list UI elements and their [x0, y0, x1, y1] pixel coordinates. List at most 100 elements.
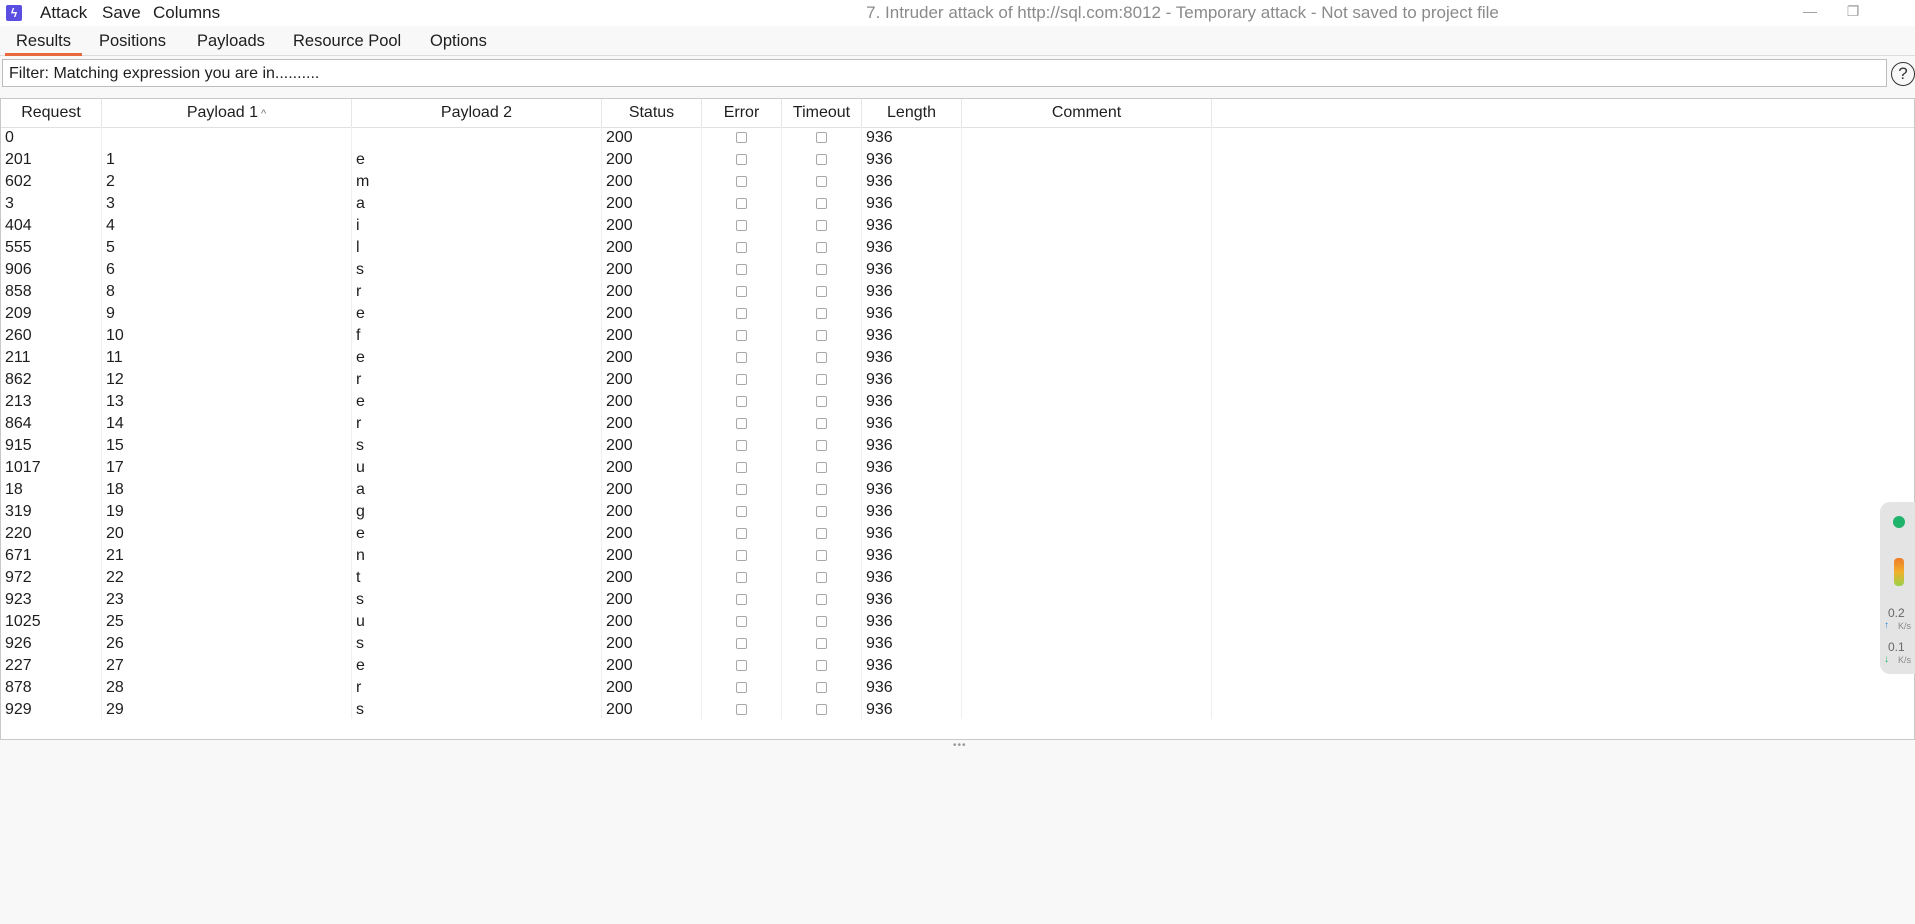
- cell-length: 936: [866, 547, 893, 564]
- cell-length: 936: [866, 459, 893, 476]
- cell-status: 200: [606, 613, 633, 630]
- menu-columns[interactable]: Columns: [153, 3, 220, 23]
- download-arrow-icon: ↓: [1884, 654, 1889, 665]
- timeout-checkbox: [816, 418, 827, 429]
- cell-payload-1: 2: [106, 173, 115, 190]
- filter-bar[interactable]: Filter: Matching expression you are in..…: [2, 59, 1887, 87]
- cell-request: 260: [5, 327, 32, 344]
- cell-payload-1: 19: [106, 503, 124, 520]
- table-row[interactable]: 923 23 s 200 936: [1, 589, 1211, 611]
- tab-payloads[interactable]: Payloads: [197, 30, 265, 53]
- table-row[interactable]: 201 1 e 200 936: [1, 149, 1211, 171]
- cell-payload-2: e: [356, 657, 365, 674]
- table-row[interactable]: 3 3 a 200 936: [1, 193, 1211, 215]
- cell-length: 936: [866, 371, 893, 388]
- tab-options[interactable]: Options: [430, 30, 487, 53]
- table-row[interactable]: 220 20 e 200 936: [1, 523, 1211, 545]
- tab-positions[interactable]: Positions: [99, 30, 166, 53]
- tab-resource-pool[interactable]: Resource Pool: [293, 30, 401, 53]
- cell-payload-2: s: [356, 591, 364, 608]
- table-row[interactable]: 211 11 e 200 936: [1, 347, 1211, 369]
- error-checkbox: [736, 176, 747, 187]
- error-checkbox: [736, 704, 747, 715]
- error-checkbox: [736, 682, 747, 693]
- cell-status: 200: [606, 327, 633, 344]
- column-header-status[interactable]: Status: [602, 99, 702, 127]
- column-header-label: Payload 1: [186, 104, 258, 121]
- cell-length: 936: [866, 129, 893, 146]
- cell-length: 936: [866, 349, 893, 366]
- network-speed-widget[interactable]: 0.2 ↑ K/s 0.1 ↓ K/s: [1880, 502, 1915, 674]
- cell-request: 602: [5, 173, 32, 190]
- menu-save[interactable]: Save: [102, 3, 141, 23]
- table-row[interactable]: 18 18 a 200 936: [1, 479, 1211, 501]
- error-checkbox: [736, 660, 747, 671]
- cell-request: 915: [5, 437, 32, 454]
- upload-speed: 0.2: [1888, 606, 1905, 620]
- cell-status: 200: [606, 393, 633, 410]
- cell-length: 936: [866, 481, 893, 498]
- table-row[interactable]: 864 14 r 200 936: [1, 413, 1211, 435]
- cell-request: 3: [5, 195, 14, 212]
- table-row[interactable]: 1025 25 u 200 936: [1, 611, 1211, 633]
- table-row[interactable]: 1017 17 u 200 936: [1, 457, 1211, 479]
- cell-length: 936: [866, 173, 893, 190]
- upload-arrow-icon: ↑: [1884, 620, 1889, 631]
- column-header-length[interactable]: Length: [862, 99, 962, 127]
- timeout-checkbox: [816, 660, 827, 671]
- timeout-checkbox: [816, 264, 827, 275]
- table-row[interactable]: 555 5 l 200 936: [1, 237, 1211, 259]
- table-row[interactable]: 404 4 i 200 936: [1, 215, 1211, 237]
- table-row[interactable]: 319 19 g 200 936: [1, 501, 1211, 523]
- table-row[interactable]: 926 26 s 200 936: [1, 633, 1211, 655]
- table-row[interactable]: 671 21 n 200 936: [1, 545, 1211, 567]
- table-row[interactable]: 858 8 r 200 936: [1, 281, 1211, 303]
- minimize-icon[interactable]: —: [1795, 3, 1825, 19]
- table-row[interactable]: 929 29 s 200 936: [1, 699, 1211, 721]
- timeout-checkbox: [816, 352, 827, 363]
- column-header-payload-2[interactable]: Payload 2: [352, 99, 602, 127]
- cell-payload-2: r: [356, 679, 362, 696]
- cell-length: 936: [866, 239, 893, 256]
- error-checkbox: [736, 198, 747, 209]
- cell-status: 200: [606, 173, 633, 190]
- table-row[interactable]: 602 2 m 200 936: [1, 171, 1211, 193]
- restore-icon[interactable]: ❐: [1838, 3, 1868, 20]
- cell-status: 200: [606, 283, 633, 300]
- table-row[interactable]: 906 6 s 200 936: [1, 259, 1211, 281]
- cell-status: 200: [606, 525, 633, 542]
- cell-payload-2: u: [356, 459, 365, 476]
- error-checkbox: [736, 352, 747, 363]
- timeout-checkbox: [816, 440, 827, 451]
- cell-request: 972: [5, 569, 32, 586]
- table-row[interactable]: 209 9 e 200 936: [1, 303, 1211, 325]
- menu-attack[interactable]: Attack: [40, 3, 87, 23]
- cell-status: 200: [606, 437, 633, 454]
- cell-length: 936: [866, 305, 893, 322]
- table-row[interactable]: 862 12 r 200 936: [1, 369, 1211, 391]
- table-row[interactable]: 878 28 r 200 936: [1, 677, 1211, 699]
- table-row[interactable]: 915 15 s 200 936: [1, 435, 1211, 457]
- cell-payload-1: 22: [106, 569, 124, 586]
- column-header-request[interactable]: Request: [1, 99, 102, 127]
- table-row[interactable]: 260 10 f 200 936: [1, 325, 1211, 347]
- column-header-timeout[interactable]: Timeout: [782, 99, 862, 127]
- cell-length: 936: [866, 569, 893, 586]
- column-header-comment[interactable]: Comment: [962, 99, 1212, 127]
- tab-results[interactable]: Results: [5, 30, 83, 56]
- cell-length: 936: [866, 261, 893, 278]
- cell-payload-2: f: [356, 327, 361, 344]
- column-header-error[interactable]: Error: [702, 99, 782, 127]
- error-checkbox: [736, 220, 747, 231]
- cell-request: 227: [5, 657, 32, 674]
- cell-length: 936: [866, 657, 893, 674]
- table-row[interactable]: 0 200 936: [1, 127, 1211, 149]
- title-bar: ϟ Attack Save Columns 7. Intruder attack…: [0, 0, 1915, 26]
- timeout-checkbox: [816, 704, 827, 715]
- table-row[interactable]: 972 22 t 200 936: [1, 567, 1211, 589]
- table-row[interactable]: 213 13 e 200 936: [1, 391, 1211, 413]
- table-row[interactable]: 227 27 e 200 936: [1, 655, 1211, 677]
- error-checkbox: [736, 286, 747, 297]
- column-header-payload-1[interactable]: Payload 1 ^: [102, 99, 352, 127]
- help-icon[interactable]: ?: [1891, 62, 1915, 86]
